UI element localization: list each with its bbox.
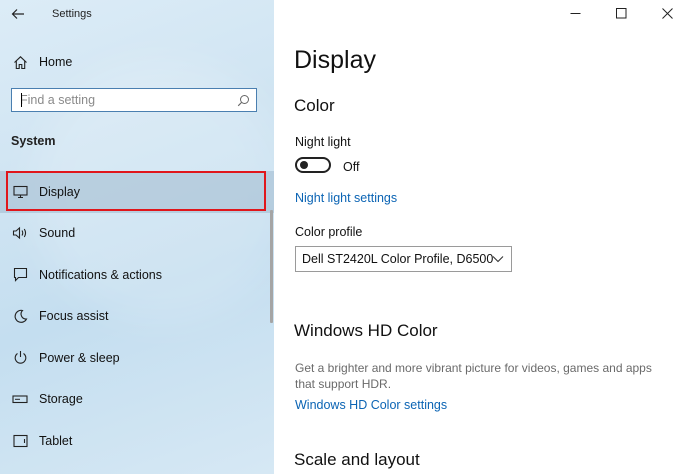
notification-icon [11, 266, 29, 284]
sidebar-item-home[interactable]: Home [0, 48, 274, 76]
search-input[interactable] [12, 89, 233, 111]
maximize-icon [615, 7, 626, 18]
hd-color-settings-link[interactable]: Windows HD Color settings [295, 398, 447, 412]
sidebar-nav: Display Sound Notifications & actions Fo… [0, 171, 274, 462]
monitor-icon [11, 183, 29, 201]
home-icon [11, 53, 29, 71]
minimize-button[interactable] [552, 0, 598, 26]
night-light-label: Night light [295, 135, 351, 149]
hd-color-heading: Windows HD Color [294, 321, 438, 340]
moon-icon [11, 307, 29, 325]
color-profile-label: Color profile [295, 225, 363, 239]
sidebar-item-label: Storage [39, 392, 83, 407]
sidebar-item-label: Display [39, 184, 80, 199]
scale-layout-heading: Scale and layout [294, 450, 420, 469]
close-button[interactable] [644, 0, 690, 26]
sidebar-item-label: Focus assist [39, 309, 109, 324]
sidebar-item-label: Power & sleep [39, 350, 120, 365]
sidebar-item-display[interactable]: Display [0, 171, 274, 213]
search-box[interactable] [11, 88, 257, 112]
minimize-icon [570, 12, 580, 14]
back-arrow-icon [11, 9, 24, 19]
text-caret [21, 93, 22, 107]
sidebar-item-focus-assist[interactable]: Focus assist [0, 296, 274, 338]
titlebar-left: Settings [0, 0, 274, 28]
speaker-icon [11, 224, 29, 242]
color-heading: Color [294, 96, 335, 115]
tablet-icon [11, 432, 29, 450]
search-icon[interactable] [233, 90, 253, 110]
hd-color-description: Get a brighter and more vibrant picture … [295, 361, 652, 391]
close-icon [661, 7, 673, 19]
sidebar-item-storage[interactable]: Storage [0, 379, 274, 421]
sidebar-item-notifications[interactable]: Notifications & actions [0, 254, 274, 296]
sidebar-item-sound[interactable]: Sound [0, 213, 274, 255]
sidebar-item-label: Notifications & actions [39, 267, 162, 282]
page-title: Display [294, 46, 376, 74]
back-button[interactable] [0, 0, 36, 28]
app-title: Settings [52, 8, 92, 20]
night-light-state: Off [343, 160, 360, 174]
storage-icon [11, 390, 29, 408]
color-profile-dropdown[interactable]: Dell ST2420L Color Profile, D6500 [295, 246, 512, 272]
sidebar-item-label: Tablet [39, 433, 73, 448]
sidebar-item-tablet[interactable]: Tablet [0, 420, 274, 462]
maximize-button[interactable] [598, 0, 644, 26]
sidebar: Settings Home System D [0, 0, 274, 474]
sidebar-scrollbar[interactable] [270, 210, 273, 323]
color-profile-value: Dell ST2420L Color Profile, D6500 [302, 252, 494, 266]
section-title: System [11, 134, 56, 148]
night-light-toggle[interactable] [295, 157, 331, 173]
night-light-settings-link[interactable]: Night light settings [295, 191, 397, 205]
window-controls [552, 0, 690, 26]
toggle-knob [300, 161, 308, 169]
power-icon [11, 349, 29, 367]
sidebar-item-label: Sound [39, 226, 76, 241]
sidebar-item-power-sleep[interactable]: Power & sleep [0, 337, 274, 379]
home-label: Home [39, 55, 73, 69]
chevron-down-icon [492, 256, 504, 263]
